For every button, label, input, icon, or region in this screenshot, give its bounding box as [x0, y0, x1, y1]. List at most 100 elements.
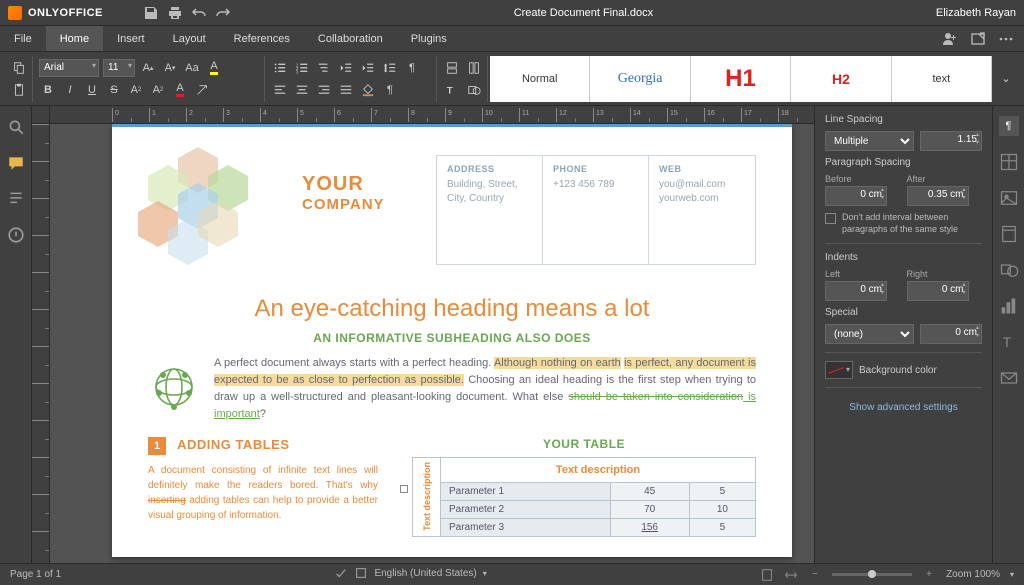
align-center-icon[interactable] [293, 81, 311, 99]
align-justify-icon[interactable] [337, 81, 355, 99]
increase-indent-icon[interactable] [359, 59, 377, 77]
clear-format-icon[interactable] [193, 81, 211, 99]
textart-tab-icon[interactable]: T [999, 332, 1019, 352]
menu-collaboration[interactable]: Collaboration [304, 26, 397, 51]
bullet-list-icon[interactable] [271, 59, 289, 77]
shape-tab-icon[interactable] [999, 260, 1019, 280]
open-location-icon[interactable] [970, 31, 986, 47]
insert-shape-icon[interactable] [465, 81, 483, 99]
zoom-in-icon[interactable]: + [922, 568, 936, 582]
special-value[interactable]: 0 cm [920, 324, 982, 344]
align-left-icon[interactable] [271, 81, 289, 99]
number-list-icon[interactable]: 123 [293, 59, 311, 77]
document-canvas[interactable]: YOUR COMPANY ADDRESS Building, Street,Ci… [50, 124, 814, 563]
style-expand-icon[interactable]: ⌄ [994, 72, 1018, 85]
menu-insert[interactable]: Insert [103, 26, 159, 51]
paragraph-tab-icon[interactable]: ¶ [999, 116, 1019, 136]
menu-file[interactable]: File [0, 26, 46, 51]
contact-web-label: WEB [659, 164, 745, 174]
indent-right-value[interactable]: 0 cm [907, 281, 969, 301]
style-heading1[interactable]: H1 [691, 56, 791, 102]
table-row: Parameter 1455 [413, 483, 756, 501]
line-spacing-value[interactable]: 1.15 [920, 131, 982, 151]
align-right-icon[interactable] [315, 81, 333, 99]
tracking-icon[interactable] [354, 566, 368, 580]
before-label: Before [825, 174, 901, 184]
more-icon[interactable] [998, 31, 1014, 47]
nonprinting-icon[interactable]: ¶ [381, 81, 399, 99]
before-value[interactable]: 0 cm [825, 186, 887, 206]
indent-left-value[interactable]: 0 cm [825, 281, 887, 301]
line-spacing-label: Line Spacing [825, 114, 982, 125]
font-color-icon[interactable]: A [171, 81, 189, 99]
paragraph-mark-icon[interactable]: ¶ [403, 59, 421, 77]
line-spacing-mode[interactable]: Multiple [825, 131, 914, 151]
insert-pagebreak-icon[interactable] [443, 59, 461, 77]
style-text[interactable]: text [892, 56, 992, 102]
page-indicator[interactable]: Page 1 of 1 [10, 569, 61, 580]
print-icon[interactable] [167, 5, 183, 21]
menu-plugins[interactable]: Plugins [397, 26, 461, 51]
shading-icon[interactable] [359, 81, 377, 99]
horizontal-ruler[interactable]: 0123456789101112131415161718 [32, 106, 814, 124]
add-user-icon[interactable] [942, 31, 958, 47]
underline-icon[interactable]: U [83, 81, 101, 99]
insert-textart-icon[interactable]: T [443, 81, 461, 99]
increase-font-icon[interactable]: A▴ [139, 59, 157, 77]
menu-home[interactable]: Home [46, 26, 103, 51]
highlight-color-icon[interactable]: A [205, 59, 223, 77]
search-icon[interactable] [7, 118, 25, 136]
decrease-indent-icon[interactable] [337, 59, 355, 77]
menu-layout[interactable]: Layout [159, 26, 220, 51]
contact-web-val: you@mail.comyourweb.com [659, 178, 745, 206]
same-style-checkbox[interactable]: Don't add interval between paragraphs of… [825, 212, 982, 235]
zoom-slider[interactable] [832, 573, 912, 576]
font-family-select[interactable] [39, 59, 99, 77]
menu-references[interactable]: References [220, 26, 304, 51]
paste-icon[interactable] [10, 81, 28, 99]
user-name[interactable]: Elizabeth Rayan [936, 7, 1016, 19]
copy-icon[interactable] [10, 59, 28, 77]
background-color-swatch[interactable] [825, 361, 853, 379]
vertical-ruler[interactable] [32, 124, 50, 563]
insert-column-icon[interactable] [465, 59, 483, 77]
style-heading2[interactable]: H2 [791, 56, 891, 102]
superscript-icon[interactable]: A2 [127, 81, 145, 99]
header-tab-icon[interactable] [999, 224, 1019, 244]
contact-phone-val: +123 456 789 [553, 178, 638, 192]
italic-icon[interactable]: I [61, 81, 79, 99]
zoom-out-icon[interactable]: − [808, 568, 822, 582]
feedback-icon[interactable] [7, 226, 25, 244]
language-indicator[interactable]: English (United States) [374, 568, 476, 579]
fit-width-icon[interactable] [784, 568, 798, 582]
advanced-settings-link[interactable]: Show advanced settings [825, 402, 982, 413]
app-name: ONLYOFFICE [28, 7, 103, 19]
bold-icon[interactable]: B [39, 81, 57, 99]
after-value[interactable]: 0.35 cm [907, 186, 969, 206]
contact-phone-label: PHONE [553, 164, 638, 174]
undo-icon[interactable] [191, 5, 207, 21]
decrease-font-icon[interactable]: A▾ [161, 59, 179, 77]
comments-icon[interactable] [7, 154, 25, 172]
special-mode[interactable]: (none) [825, 324, 914, 344]
subscript-icon[interactable]: A2 [149, 81, 167, 99]
redo-icon[interactable] [215, 5, 231, 21]
strikethrough-icon[interactable]: S [105, 81, 123, 99]
spellcheck-icon[interactable] [334, 566, 348, 580]
after-label: After [907, 174, 983, 184]
chart-tab-icon[interactable] [999, 296, 1019, 316]
fit-page-icon[interactable] [760, 568, 774, 582]
change-case-icon[interactable]: Aa [183, 59, 201, 77]
font-size-select[interactable] [103, 59, 135, 77]
multilevel-list-icon[interactable] [315, 59, 333, 77]
zoom-level[interactable]: Zoom 100% [946, 569, 1000, 580]
navigation-icon[interactable] [7, 190, 25, 208]
line-spacing-icon[interactable] [381, 59, 399, 77]
image-tab-icon[interactable] [999, 188, 1019, 208]
checkbox-icon[interactable] [825, 213, 836, 224]
mailmerge-tab-icon[interactable] [999, 368, 1019, 388]
save-icon[interactable] [143, 5, 159, 21]
table-tab-icon[interactable] [999, 152, 1019, 172]
style-normal[interactable]: Normal [490, 56, 590, 102]
style-georgia[interactable]: Georgia [590, 56, 690, 102]
